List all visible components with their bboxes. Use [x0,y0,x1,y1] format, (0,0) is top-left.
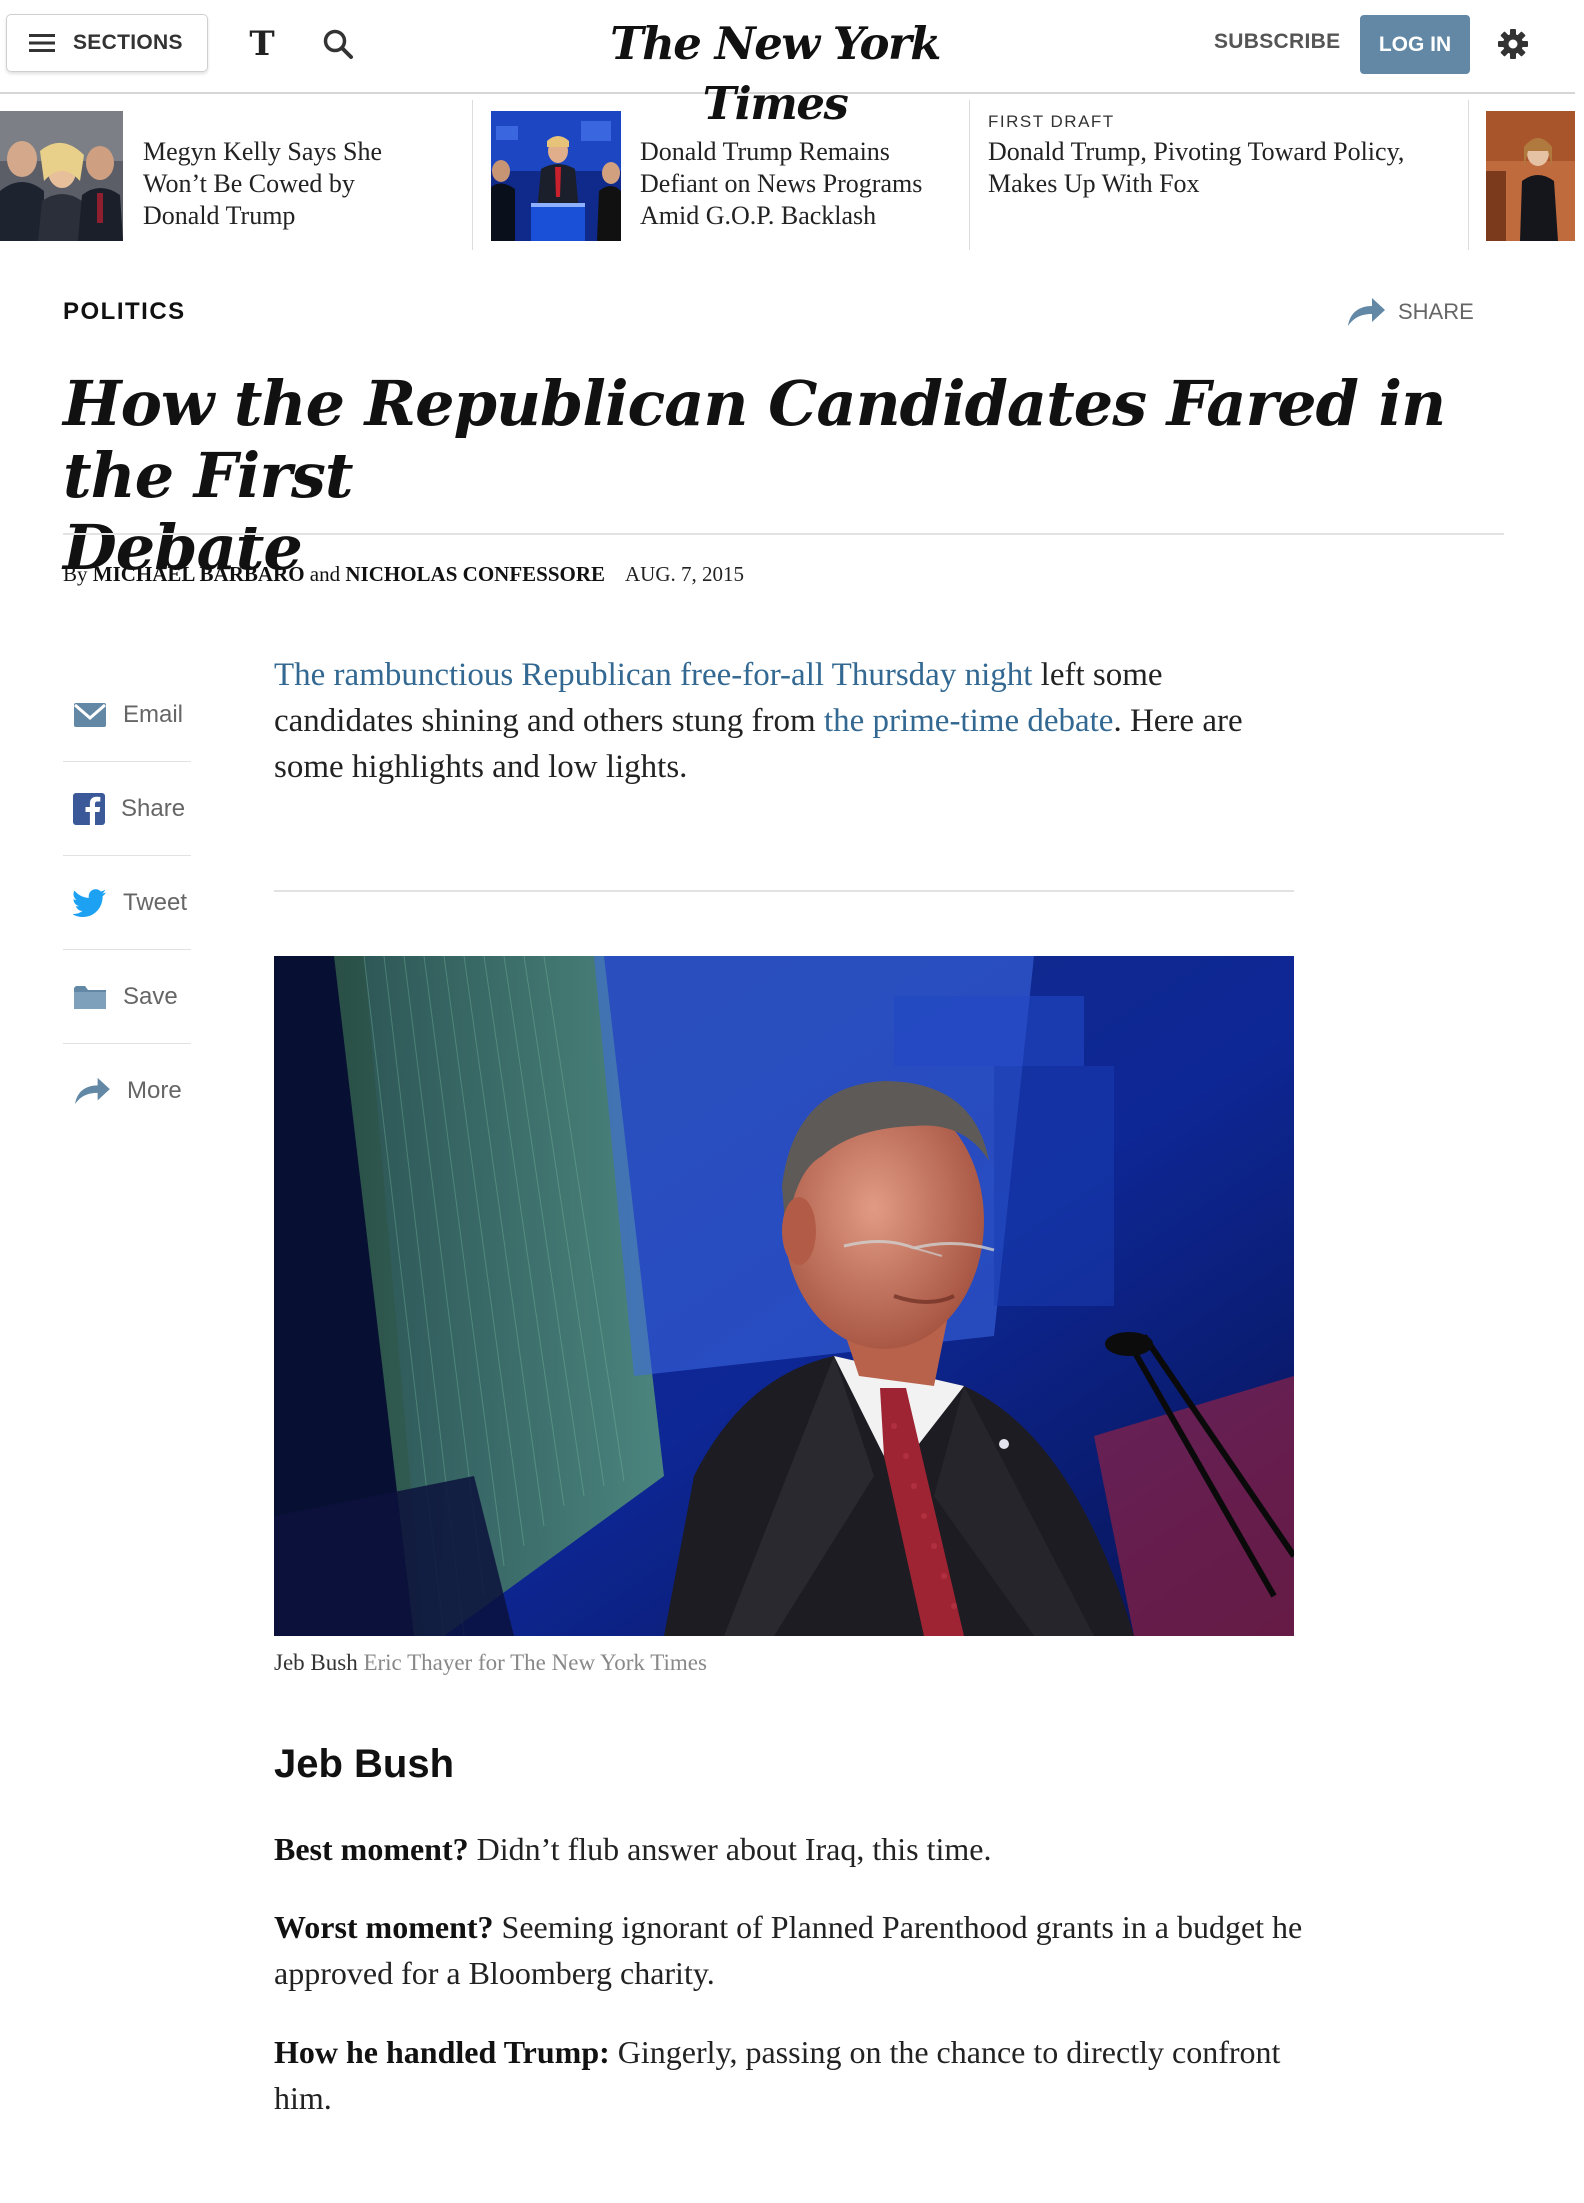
publish-date: AUG. 7, 2015 [625,562,745,586]
qa-paragraph: How he handled Trump: Gingerly, passing … [274,2034,1281,2116]
sections-label: SECTIONS [73,31,183,54]
author-link[interactable]: MICHAEL BARBARO [93,562,305,586]
subscribe-link[interactable]: SUBSCRIBE [1214,30,1340,54]
nyt-logo[interactable]: The New York Times [540,14,1010,130]
save-label: Save [123,982,178,1010]
ribbon-thumbnail [1486,111,1575,241]
header-divider [63,533,1504,535]
share-tools: Email Share Tweet Save More [63,668,191,1138]
search-icon [323,29,353,59]
lede-divider [274,890,1294,892]
more-label: More [127,1077,182,1104]
login-button[interactable]: LOG IN [1360,15,1470,74]
email-label: Email [123,700,184,728]
share-arrow-icon [75,1077,110,1105]
article-headline: How the Republican Candidates Fared in t… [63,367,1446,584]
more-share-button[interactable]: More [63,1044,191,1138]
article-lede: The rambunctious Republican free-for-all… [274,657,1243,785]
facebook-share-button[interactable]: Share [63,762,191,856]
ribbon-story[interactable] [1486,100,1575,250]
byline-authors: By MICHAEL BARBARO and NICHOLAS CONFESSO… [63,562,606,586]
ribbon-divider [1468,100,1469,250]
masthead: SECTIONS T The New York Times SUBSCRIBE … [0,0,1575,130]
gear-icon [1498,29,1528,59]
ribbon-headline[interactable]: Donald Trump, Pivoting Toward Policy, Ma… [988,136,1404,200]
email-share-button[interactable]: Email [63,668,191,762]
photo-caption: Jeb Bush Eric Thayer for The New York Ti… [274,1650,707,1676]
ribbon-story[interactable]: Donald Trump Remains Defiant on News Pro… [473,100,969,250]
ribbon-story[interactable]: FIRST DRAFT Donald Trump, Pivoting Towar… [970,100,1468,250]
sections-button[interactable]: SECTIONS [6,14,208,72]
hamburger-icon [29,34,55,52]
section-label[interactable]: POLITICS [63,298,186,326]
folder-icon [74,985,106,1009]
ribbon-kicker: FIRST DRAFT [988,112,1115,131]
settings-button[interactable] [1497,28,1529,60]
facebook-label: Share [121,794,186,822]
candidate-heading: Jeb Bush [274,1742,455,1786]
twitter-share-button[interactable]: Tweet [63,856,191,950]
lede-link[interactable]: The rambunctious Republican free-for-all… [274,657,1032,693]
ribbon-thumbnail [491,111,621,241]
lede-link[interactable]: the prime-time debate [824,703,1114,739]
byline: By MICHAEL BARBARO and NICHOLAS CONFESSO… [63,562,744,587]
facebook-icon [73,792,105,825]
save-button[interactable]: Save [63,950,191,1044]
caption-text: Jeb Bush [274,1650,358,1675]
t-logo-icon[interactable]: T [246,24,278,64]
photo-credit: Eric Thayer for The New York Times [363,1650,707,1675]
share-label: SHARE [1398,299,1474,324]
email-icon [74,702,106,727]
qa-paragraph: Worst moment? Seeming ignorant of Planne… [274,1909,1303,1991]
share-button[interactable]: SHARE [1346,296,1474,328]
search-button[interactable] [322,28,354,60]
twitter-icon [73,888,106,917]
twitter-label: Tweet [123,888,188,916]
share-arrow-icon [1348,298,1385,326]
story-ribbon: Megyn Kelly Says She Won’t Be Cowed by D… [0,100,1584,250]
ribbon-thumbnail [0,111,123,241]
author-link[interactable]: NICHOLAS CONFESSORE [345,562,605,586]
qa-paragraph: Best moment? Didn’t flub answer about Ir… [274,1831,992,1867]
ribbon-headline[interactable]: Donald Trump Remains Defiant on News Pro… [640,136,922,232]
ribbon-headline[interactable]: Megyn Kelly Says She Won’t Be Cowed by D… [143,136,382,232]
article-photo[interactable] [274,956,1294,1636]
ribbon-story[interactable]: Megyn Kelly Says She Won’t Be Cowed by D… [0,100,472,250]
